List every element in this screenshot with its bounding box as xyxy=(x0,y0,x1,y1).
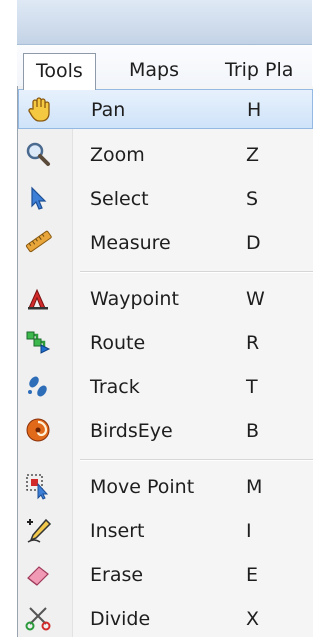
menu-item-shortcut: B xyxy=(246,420,260,442)
menu-item-birdseye[interactable]: BirdsEye B xyxy=(18,411,313,451)
menu-item-label: Select xyxy=(90,188,149,210)
menu-item-pan[interactable]: Pan H xyxy=(18,89,313,129)
insert-pencil-icon xyxy=(24,516,52,544)
menu-item-shortcut: W xyxy=(246,288,265,310)
birdseye-icon xyxy=(24,416,52,444)
menu-item-label: BirdsEye xyxy=(90,420,173,442)
menu-item-shortcut: Z xyxy=(246,144,260,166)
menu-tab-maps[interactable]: Maps xyxy=(121,57,187,83)
move-point-icon xyxy=(24,472,52,500)
menu-item-label: Divide xyxy=(90,608,151,630)
menu-item-shortcut: I xyxy=(246,520,252,542)
menu-tab-tools[interactable]: Tools xyxy=(23,53,96,90)
menu-item-shortcut: H xyxy=(247,99,262,121)
menu-item-shortcut: E xyxy=(246,564,259,586)
menu-item-divide[interactable]: Divide X xyxy=(18,599,313,639)
magnifier-icon xyxy=(24,140,52,168)
menu-item-route[interactable]: Route R xyxy=(18,323,313,363)
menu-bar: Tools Maps Trip Pla xyxy=(17,45,312,90)
eraser-icon xyxy=(24,560,52,588)
hand-icon xyxy=(25,95,53,123)
menu-item-insert[interactable]: Insert I xyxy=(18,511,313,551)
menu-item-move-point[interactable]: Move Point M xyxy=(18,467,313,507)
menu-item-erase[interactable]: Erase E xyxy=(18,555,313,595)
menu-item-label: Track xyxy=(90,376,140,398)
ruler-icon xyxy=(24,228,52,256)
menu-item-measure[interactable]: Measure D xyxy=(18,223,313,263)
route-icon xyxy=(24,328,52,356)
menu-item-shortcut: S xyxy=(246,188,259,210)
window-edge xyxy=(0,0,17,637)
menu-item-label: Pan xyxy=(91,99,126,121)
menu-item-label: Route xyxy=(90,332,146,354)
scissors-icon xyxy=(24,604,52,632)
menu-item-shortcut: T xyxy=(246,376,258,398)
menu-separator xyxy=(80,459,313,461)
menu-item-label: Waypoint xyxy=(90,288,179,310)
tools-dropdown-menu: Pan H Zoom Z Select S Measure D Waypoint… xyxy=(17,86,313,637)
menu-separator xyxy=(80,271,313,273)
menu-item-label: Measure xyxy=(90,232,171,254)
menu-item-label: Insert xyxy=(90,520,145,542)
menu-item-track[interactable]: Track T xyxy=(18,367,313,407)
menu-item-label: Zoom xyxy=(90,144,145,166)
menu-item-shortcut: X xyxy=(246,608,260,630)
menu-item-shortcut: R xyxy=(246,332,260,354)
menu-item-shortcut: D xyxy=(246,232,261,254)
menu-item-zoom[interactable]: Zoom Z xyxy=(18,135,313,175)
window-title-bar xyxy=(17,0,312,45)
waypoint-flag-icon xyxy=(24,284,52,312)
menu-item-shortcut: M xyxy=(246,476,263,498)
footprints-icon xyxy=(24,372,52,400)
menu-tab-trip-planner[interactable]: Trip Pla xyxy=(217,57,301,83)
menu-item-label: Erase xyxy=(90,564,144,586)
menu-item-waypoint[interactable]: Waypoint W xyxy=(18,279,313,319)
menu-item-label: Move Point xyxy=(90,476,195,498)
arrow-cursor-icon xyxy=(24,184,52,212)
menu-item-select[interactable]: Select S xyxy=(18,179,313,219)
